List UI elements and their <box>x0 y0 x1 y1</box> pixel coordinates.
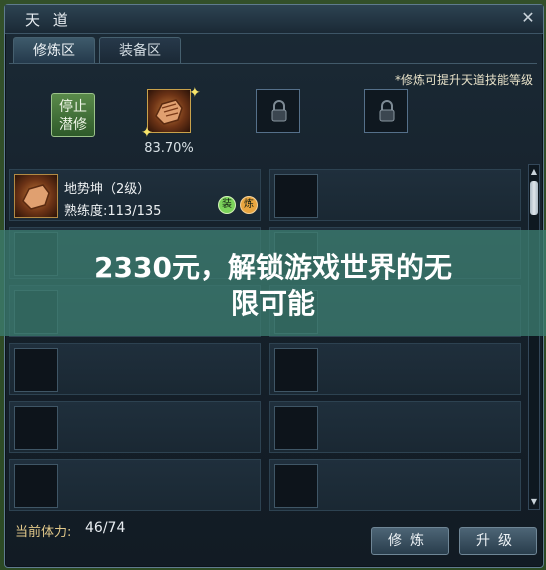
fist-icon <box>22 184 50 210</box>
sparkle-icon: ✦ <box>141 125 153 141</box>
skill-list: 地势坤（2级） 熟练度:113/135 装 炼 <box>9 167 533 515</box>
stop-training-button[interactable]: 停止 潜修 <box>51 93 95 137</box>
training-slots-area: *修炼可提升天道技能等级 停止 潜修 ✦ ✦ 83.70% <box>9 65 537 165</box>
scroll-down-icon[interactable]: ▼ <box>529 497 539 507</box>
empty-slot <box>14 464 58 508</box>
hint-text: *修炼可提升天道技能等级 <box>394 73 533 87</box>
lock-icon <box>379 100 395 122</box>
locked-slot[interactable] <box>256 89 300 133</box>
training-progress-text: 83.70% <box>144 141 194 156</box>
empty-skill-cell[interactable] <box>269 401 521 453</box>
title-bar[interactable]: 天 道 ✕ <box>5 5 543 34</box>
promo-line2: 限可能 <box>230 287 315 320</box>
stamina-label: 当前体力: <box>15 525 72 540</box>
tab-training[interactable]: 修炼区 <box>13 37 95 64</box>
skill-list-scrollbar[interactable]: ▲ ▼ <box>528 164 540 510</box>
tab-divider <box>9 63 537 64</box>
promo-line1: 2330元，解锁游戏世界的无 <box>94 251 452 284</box>
train-button[interactable]: 修炼 <box>371 527 449 555</box>
empty-skill-cell[interactable] <box>9 459 261 511</box>
stamina-value: 46/74 <box>85 520 126 536</box>
empty-slot <box>274 464 318 508</box>
locked-slot[interactable] <box>364 89 408 133</box>
skill-name: 地势坤（2级） <box>64 182 151 197</box>
fist-icon <box>155 99 183 125</box>
skill-proficiency: 熟练度:113/135 <box>64 204 162 219</box>
lock-icon <box>271 100 287 122</box>
empty-slot <box>274 348 318 392</box>
window-title: 天 道 <box>25 11 72 29</box>
empty-skill-cell[interactable] <box>269 343 521 395</box>
empty-skill-cell[interactable] <box>269 169 521 221</box>
train-badge-icon[interactable]: 炼 <box>240 196 258 214</box>
tab-equipment[interactable]: 装备区 <box>99 37 181 64</box>
stop-button-line1: 停止 <box>59 99 87 115</box>
scroll-thumb[interactable] <box>530 181 538 215</box>
empty-skill-cell[interactable] <box>9 401 261 453</box>
skill-icon <box>14 174 58 218</box>
promo-text: 2330元，解锁游戏世界的无 限可能 <box>0 250 546 322</box>
promo-banner: 2330元，解锁游戏世界的无 限可能 <box>0 230 546 336</box>
stop-button-line2: 潜修 <box>59 117 87 133</box>
close-icon[interactable]: ✕ <box>519 9 537 27</box>
empty-skill-cell[interactable] <box>9 343 261 395</box>
empty-slot <box>274 406 318 450</box>
scroll-up-icon[interactable]: ▲ <box>529 167 539 177</box>
sparkle-icon: ✦ <box>189 85 201 101</box>
equip-badge-icon[interactable]: 装 <box>218 196 236 214</box>
empty-skill-cell[interactable] <box>269 459 521 511</box>
bottom-bar: 当前体力: 46/74 修炼 升级 <box>9 517 537 563</box>
upgrade-button[interactable]: 升级 <box>459 527 537 555</box>
skill-list-item[interactable]: 地势坤（2级） 熟练度:113/135 装 炼 <box>9 169 261 221</box>
empty-slot <box>14 348 58 392</box>
empty-slot <box>14 406 58 450</box>
empty-slot <box>274 174 318 218</box>
training-skill-slot[interactable] <box>147 89 191 133</box>
